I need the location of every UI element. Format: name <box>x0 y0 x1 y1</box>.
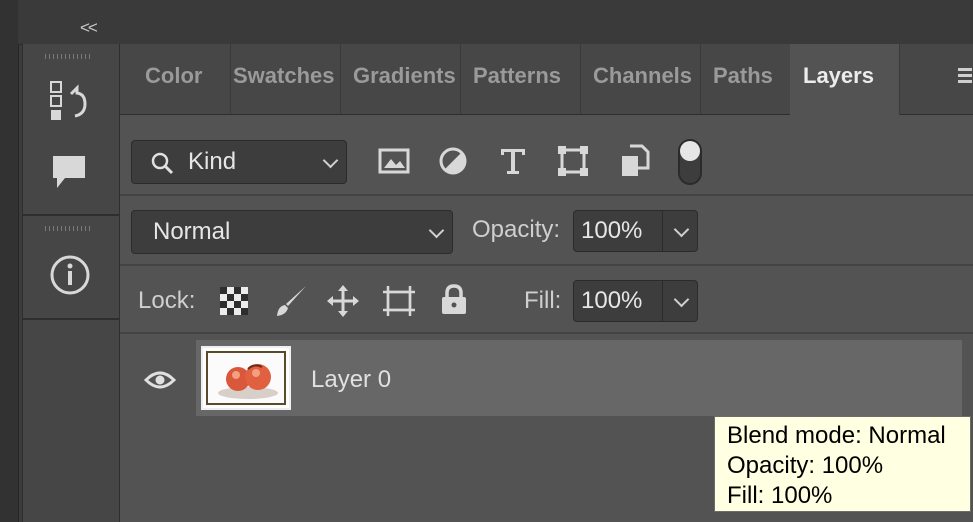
panel-tab-bar: Color Swatches Gradients Patterns Channe… <box>120 44 973 115</box>
tab-patterns[interactable]: Patterns <box>461 44 581 114</box>
blend-mode-value: Normal <box>153 218 231 245</box>
fill-label: Fill: <box>524 287 562 314</box>
opacity-label: Opacity: <box>472 216 561 243</box>
lock-position-icon[interactable] <box>326 284 360 323</box>
tab-layers[interactable]: Layers <box>790 44 900 115</box>
dock-grip[interactable] <box>45 54 93 59</box>
eye-icon[interactable] <box>144 370 176 390</box>
panel-dock-column <box>22 44 120 522</box>
opacity-value[interactable]: 100% <box>581 217 642 245</box>
tab-channels[interactable]: Channels <box>581 44 701 114</box>
opacity-field[interactable]: 100% <box>573 210 698 252</box>
chevron-down-icon <box>322 152 339 169</box>
dock-grip[interactable] <box>45 226 93 231</box>
image-filter-icon[interactable] <box>378 146 410 181</box>
fill-field[interactable]: 100% <box>573 280 698 322</box>
fill-chevron-icon[interactable] <box>673 291 690 308</box>
filter-kind-value: Kind <box>188 148 237 175</box>
shape-filter-icon[interactable] <box>557 145 589 182</box>
dock-separator <box>23 318 119 320</box>
filter-kind-dropdown[interactable]: Kind <box>131 140 347 184</box>
tooltip-blend-mode: Blend mode: Normal <box>727 422 946 449</box>
tab-color[interactable]: Color <box>133 44 231 114</box>
panel-menu-icon[interactable] <box>958 68 973 88</box>
lock-artboard-icon[interactable] <box>381 284 417 323</box>
lock-label: Lock: <box>138 287 196 314</box>
opacity-chevron-icon[interactable] <box>673 221 690 238</box>
tab-swatches[interactable]: Swatches <box>221 44 341 114</box>
info-icon[interactable] <box>49 254 91 301</box>
layer-visibility-cell[interactable] <box>120 340 196 416</box>
tooltip-opacity: Opacity: 100% <box>727 452 884 479</box>
filter-toggle-icon[interactable] <box>677 138 703 193</box>
layer-name[interactable]: Layer 0 <box>311 366 391 394</box>
panel-header-strip <box>18 0 973 45</box>
row-divider <box>120 194 973 196</box>
tab-gradients[interactable]: Gradients <box>341 44 461 114</box>
history-icon[interactable] <box>49 80 89 129</box>
dock-separator <box>23 214 119 216</box>
layer-thumbnail-image <box>206 351 286 405</box>
comment-icon[interactable] <box>49 152 89 197</box>
left-edge-strip <box>0 0 19 522</box>
lock-all-icon[interactable] <box>440 284 468 321</box>
blend-mode-dropdown[interactable]: Normal <box>131 210 453 254</box>
row-divider <box>120 332 973 334</box>
field-divider <box>662 281 663 321</box>
search-icon <box>151 152 174 175</box>
collapse-panels-button[interactable]: << <box>80 18 98 38</box>
type-filter-icon[interactable] <box>498 146 528 181</box>
tooltip-fill: Fill: 100% <box>727 482 833 509</box>
chevron-down-icon <box>428 222 445 239</box>
tab-paths[interactable]: Paths <box>701 44 799 114</box>
adjustment-filter-icon[interactable] <box>438 146 468 181</box>
row-divider <box>120 264 973 266</box>
fill-value[interactable]: 100% <box>581 287 642 315</box>
field-divider <box>662 211 663 251</box>
smart-object-filter-icon[interactable] <box>620 144 650 183</box>
lock-transparent-pixels-icon[interactable] <box>219 286 249 321</box>
layer-thumbnail[interactable] <box>201 346 291 410</box>
layer-tooltip: Blend mode: Normal Opacity: 100% Fill: 1… <box>714 416 971 512</box>
lock-image-pixels-icon[interactable] <box>274 284 308 323</box>
